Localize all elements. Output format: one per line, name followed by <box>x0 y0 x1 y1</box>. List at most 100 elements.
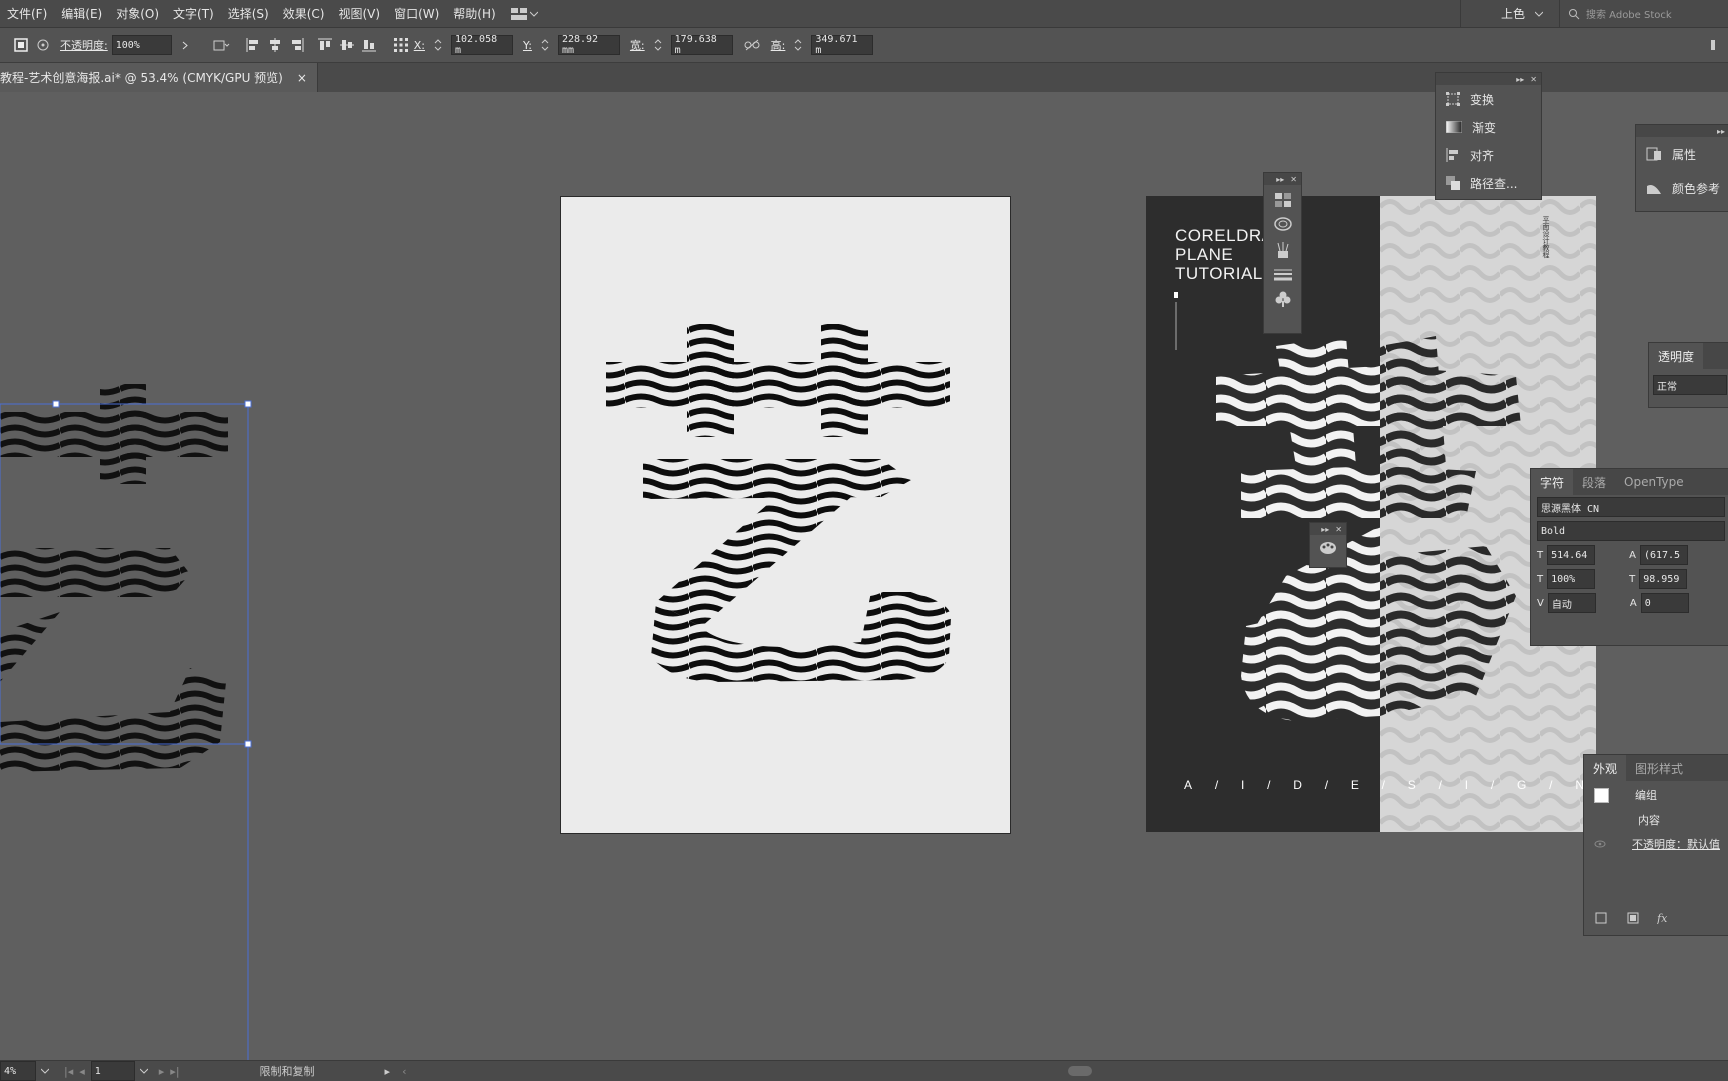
panel-item-gradient[interactable]: 渐变 <box>1436 113 1541 141</box>
document-setup-icon[interactable] <box>212 36 230 54</box>
stroke-icon[interactable] <box>1273 269 1292 281</box>
panel-menu-icon[interactable] <box>1704 36 1722 54</box>
tab-graphic-styles[interactable]: 图形样式 <box>1626 755 1692 781</box>
first-artboard-icon[interactable]: |◂ <box>64 1065 73 1078</box>
document-tab[interactable]: 教程-艺术创意海报.ai* @ 53.4% (CMYK/GPU 预览) × <box>0 63 318 92</box>
leading-icon: A <box>1629 549 1636 561</box>
tab-appearance[interactable]: 外观 <box>1584 755 1627 781</box>
add-fill-icon[interactable] <box>1624 909 1642 927</box>
next-artboard-icon[interactable]: ▸ <box>159 1065 165 1078</box>
eye-icon[interactable] <box>1594 840 1606 848</box>
menu-help[interactable]: 帮助(H) <box>446 5 502 22</box>
menu-edit[interactable]: 编辑(E) <box>54 5 109 22</box>
recolor-icon[interactable] <box>34 36 52 54</box>
prev-artboard-icon[interactable]: ◂ <box>79 1065 85 1078</box>
link-proportions-icon[interactable] <box>743 36 761 54</box>
panel-item-align[interactable]: 对齐 <box>1436 141 1541 169</box>
swatches-icon[interactable] <box>1274 193 1291 207</box>
add-stroke-icon[interactable] <box>1592 909 1610 927</box>
appearance-opacity-row[interactable]: 不透明度：默认值 <box>1584 831 1728 857</box>
status-menu-icon[interactable]: ▸ <box>385 1065 391 1078</box>
workspace-preset[interactable]: 上色 <box>1459 0 1559 27</box>
align-left-icon[interactable] <box>244 36 262 54</box>
workspace-grid-icon <box>510 7 527 20</box>
close-icon[interactable]: ✕ <box>1530 75 1537 84</box>
leading-input[interactable]: (617.5 <box>1639 545 1688 565</box>
zoom-input[interactable]: 4% <box>0 1061 36 1081</box>
width-input[interactable]: 179.638 m <box>670 34 733 56</box>
appearance-group-row[interactable]: 编组 <box>1584 781 1728 809</box>
horizontal-scrollbar-thumb[interactable] <box>1068 1066 1092 1076</box>
artboard-number-input[interactable]: 1 <box>90 1061 135 1081</box>
menu-window[interactable]: 窗口(W) <box>387 5 446 22</box>
menu-object[interactable]: 对象(O) <box>109 5 166 22</box>
appearance-content-row[interactable]: 内容 <box>1584 809 1728 831</box>
font-family-input[interactable]: 思源黑体 CN <box>1537 497 1725 517</box>
character-panel: 字符 段落 OpenType 思源黑体 CN Bold T 514.64 A (… <box>1530 468 1728 646</box>
close-icon[interactable]: ✕ <box>1335 525 1342 534</box>
stepper-icon[interactable] <box>536 36 554 54</box>
kerning-input[interactable]: 自动 <box>1547 593 1596 613</box>
selected-artwork-left[interactable] <box>0 312 260 1072</box>
x-input[interactable]: 102.058 m <box>450 34 513 56</box>
poster-artboard[interactable]: CORELDRA PLANE TUTORIAL 平面设计教程 A / I / D… <box>1146 196 1596 832</box>
close-icon[interactable]: ✕ <box>1290 175 1297 184</box>
height-input[interactable]: 349.671 m <box>811 34 874 56</box>
collapse-icon[interactable]: ▸▸ <box>1717 127 1725 136</box>
symbols-icon[interactable] <box>1275 291 1291 307</box>
menu-effect[interactable]: 效果(C) <box>276 5 332 22</box>
font-size-input[interactable]: 514.64 <box>1547 545 1596 565</box>
status-bar: 4% |◂ ◂ 1 ▸ ▸| 限制和复制 ▸ ‹ <box>0 1060 1728 1081</box>
reference-point-icon[interactable] <box>392 36 410 54</box>
align-icon <box>1446 148 1458 162</box>
panel-item-color-guide[interactable]: 颜色参考 <box>1636 171 1728 205</box>
tab-opentype[interactable]: OpenType <box>1615 469 1693 495</box>
artboard-main[interactable] <box>560 196 1011 834</box>
tab-paragraph[interactable]: 段落 <box>1573 469 1615 495</box>
opacity-label[interactable]: 不透明度: <box>60 37 108 53</box>
isolate-group-icon[interactable] <box>12 36 30 54</box>
collapse-icon[interactable]: ▸▸ <box>1321 525 1329 534</box>
brushes-icon[interactable] <box>1275 241 1291 259</box>
chevron-down-icon[interactable] <box>36 1062 54 1080</box>
opacity-input[interactable]: 100% <box>111 35 172 55</box>
tab-character[interactable]: 字符 <box>1531 469 1574 495</box>
collapse-icon[interactable]: ▸▸ <box>1276 175 1284 184</box>
last-artboard-icon[interactable]: ▸| <box>170 1065 179 1078</box>
panel-item-transform[interactable]: 变换 <box>1436 85 1541 113</box>
align-vcenter-icon[interactable] <box>338 36 356 54</box>
workspace-switcher[interactable] <box>510 7 538 20</box>
menu-select[interactable]: 选择(S) <box>221 5 276 22</box>
menu-file[interactable]: 文件(F) <box>0 5 54 22</box>
canvas[interactable]: CORELDRA PLANE TUTORIAL 平面设计教程 A / I / D… <box>0 72 1728 1072</box>
palette-icon[interactable] <box>1319 541 1337 555</box>
align-bottom-icon[interactable] <box>360 36 378 54</box>
panel-item-pathfinder[interactable]: 路径查... <box>1436 169 1541 197</box>
chevron-right-icon[interactable] <box>176 36 194 54</box>
scroll-left-icon[interactable]: ‹ <box>402 1065 406 1078</box>
menu-view[interactable]: 视图(V) <box>331 5 387 22</box>
stepper-icon[interactable] <box>649 36 667 54</box>
align-hcenter-icon[interactable] <box>266 36 284 54</box>
stock-search[interactable]: 搜索 Adobe Stock <box>1559 0 1728 27</box>
creative-cloud-icon[interactable] <box>1273 217 1292 231</box>
close-icon[interactable]: × <box>297 71 307 85</box>
align-top-icon[interactable] <box>316 36 334 54</box>
transparency-tab[interactable]: 透明度 <box>1649 343 1728 369</box>
menu-type[interactable]: 文字(T) <box>166 5 221 22</box>
panel-item-properties[interactable]: 属性 <box>1636 137 1728 171</box>
stepper-icon[interactable] <box>429 36 447 54</box>
collapse-icon[interactable]: ▸▸ <box>1516 75 1524 84</box>
striped-character-artwork[interactable] <box>561 197 1010 833</box>
appearance-content-label: 内容 <box>1638 814 1660 827</box>
tracking-input[interactable]: 0 <box>1640 593 1689 613</box>
font-style-input[interactable]: Bold <box>1537 521 1725 541</box>
y-input[interactable]: 228.92 mm <box>557 34 620 56</box>
horizontal-scale-input[interactable]: 98.959 <box>1639 569 1688 589</box>
stepper-icon[interactable] <box>789 36 807 54</box>
fx-icon[interactable]: fx <box>1656 909 1674 927</box>
blend-mode-select[interactable]: 正常 <box>1653 375 1727 395</box>
vertical-scale-input[interactable]: 100% <box>1547 569 1596 589</box>
align-right-icon[interactable] <box>288 36 306 54</box>
chevron-down-icon[interactable] <box>135 1062 153 1080</box>
